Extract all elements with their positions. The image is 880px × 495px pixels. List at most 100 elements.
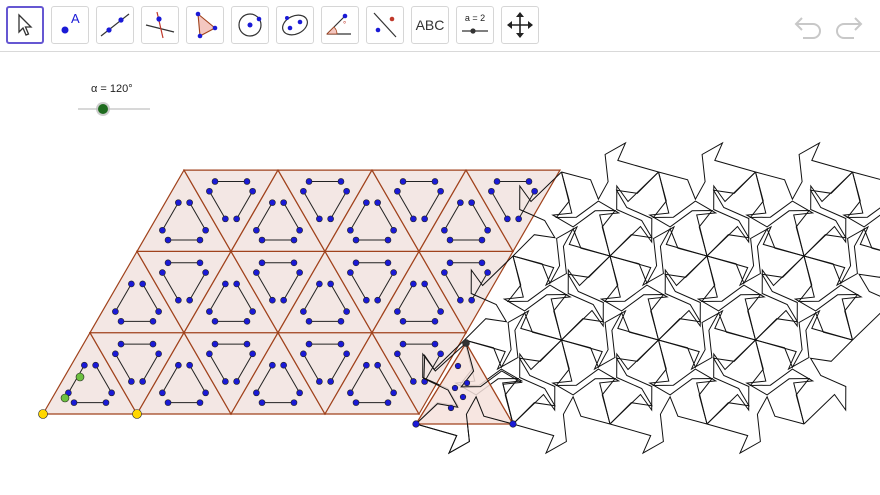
point[interactable] — [206, 187, 213, 195]
point[interactable] — [164, 399, 172, 406]
point[interactable] — [454, 362, 462, 370]
point[interactable] — [410, 215, 417, 223]
point[interactable] — [384, 399, 392, 406]
point[interactable] — [128, 280, 135, 288]
graphics-view[interactable] — [0, 53, 880, 495]
point[interactable] — [390, 269, 397, 276]
point[interactable] — [211, 340, 219, 348]
point[interactable] — [478, 259, 486, 267]
polygon-tool-button[interactable] — [186, 6, 224, 44]
point[interactable] — [431, 318, 439, 325]
point[interactable] — [305, 178, 313, 185]
point[interactable] — [269, 199, 276, 206]
point[interactable] — [296, 226, 303, 234]
point[interactable] — [384, 259, 392, 267]
point-tool-button[interactable]: A — [51, 6, 89, 44]
point[interactable] — [343, 350, 350, 358]
point[interactable] — [249, 350, 256, 358]
point[interactable] — [249, 308, 256, 315]
point[interactable] — [222, 215, 229, 223]
point[interactable] — [515, 215, 522, 223]
point[interactable] — [164, 236, 172, 244]
point[interactable] — [269, 361, 276, 369]
point[interactable] — [159, 226, 166, 234]
point[interactable] — [280, 361, 287, 369]
point[interactable] — [175, 361, 182, 369]
point[interactable] — [253, 389, 260, 397]
point[interactable] — [347, 269, 354, 276]
point[interactable] — [316, 215, 323, 223]
point[interactable] — [347, 389, 354, 397]
point[interactable] — [108, 389, 115, 397]
point[interactable] — [374, 361, 381, 369]
point[interactable] — [159, 389, 166, 397]
point[interactable] — [296, 389, 303, 397]
point[interactable] — [316, 378, 323, 385]
point[interactable] — [233, 378, 240, 385]
point[interactable] — [139, 378, 146, 385]
point[interactable] — [175, 296, 182, 304]
point[interactable] — [390, 226, 397, 234]
point[interactable] — [253, 226, 260, 234]
anchor-point-left[interactable] — [38, 409, 48, 419]
point[interactable] — [394, 350, 401, 358]
control-point[interactable] — [75, 372, 85, 382]
text-tool-button[interactable]: ABC — [411, 6, 449, 44]
point[interactable] — [139, 280, 146, 288]
point[interactable] — [202, 269, 209, 276]
point[interactable] — [484, 269, 491, 276]
point[interactable] — [258, 236, 266, 244]
point[interactable] — [196, 259, 204, 267]
point[interactable] — [525, 178, 533, 185]
point[interactable] — [363, 361, 370, 369]
point[interactable] — [290, 259, 298, 267]
redo-button[interactable] — [832, 12, 864, 45]
point[interactable] — [258, 259, 266, 267]
point[interactable] — [437, 187, 444, 195]
point[interactable] — [196, 236, 204, 244]
point[interactable] — [186, 296, 193, 304]
point[interactable] — [478, 236, 486, 244]
anchor-point-right[interactable] — [132, 409, 142, 419]
point[interactable] — [196, 399, 204, 406]
point[interactable] — [399, 340, 407, 348]
point[interactable] — [394, 187, 401, 195]
point[interactable] — [159, 269, 166, 276]
point[interactable] — [243, 178, 251, 185]
point[interactable] — [155, 308, 162, 315]
point[interactable] — [296, 269, 303, 276]
point[interactable] — [363, 199, 370, 206]
point[interactable] — [300, 187, 307, 195]
point[interactable] — [347, 226, 354, 234]
reflect-tool-button[interactable] — [366, 6, 404, 44]
point[interactable] — [175, 199, 182, 206]
point[interactable] — [202, 389, 209, 397]
point[interactable] — [421, 280, 428, 288]
perpendicular-tool-button[interactable] — [141, 6, 179, 44]
line-tool-button[interactable] — [96, 6, 134, 44]
point[interactable] — [202, 226, 209, 234]
vertex-point[interactable] — [412, 420, 420, 428]
point[interactable] — [468, 296, 475, 304]
point[interactable] — [327, 280, 334, 288]
point[interactable] — [390, 389, 397, 397]
point[interactable] — [437, 308, 444, 315]
point[interactable] — [463, 379, 471, 387]
control-point[interactable] — [60, 393, 70, 403]
point[interactable] — [451, 384, 459, 392]
point[interactable] — [352, 399, 360, 406]
point[interactable] — [446, 259, 454, 267]
point[interactable] — [222, 280, 229, 288]
point[interactable] — [206, 350, 213, 358]
point[interactable] — [316, 280, 323, 288]
circle-tool-button[interactable] — [231, 6, 269, 44]
point[interactable] — [374, 199, 381, 206]
point[interactable] — [363, 296, 370, 304]
slider-knob[interactable] — [98, 104, 108, 114]
point[interactable] — [186, 199, 193, 206]
point[interactable] — [343, 308, 350, 315]
ellipse-tool-button[interactable] — [276, 6, 314, 44]
point[interactable] — [337, 178, 345, 185]
point[interactable] — [399, 318, 407, 325]
point[interactable] — [258, 399, 266, 406]
